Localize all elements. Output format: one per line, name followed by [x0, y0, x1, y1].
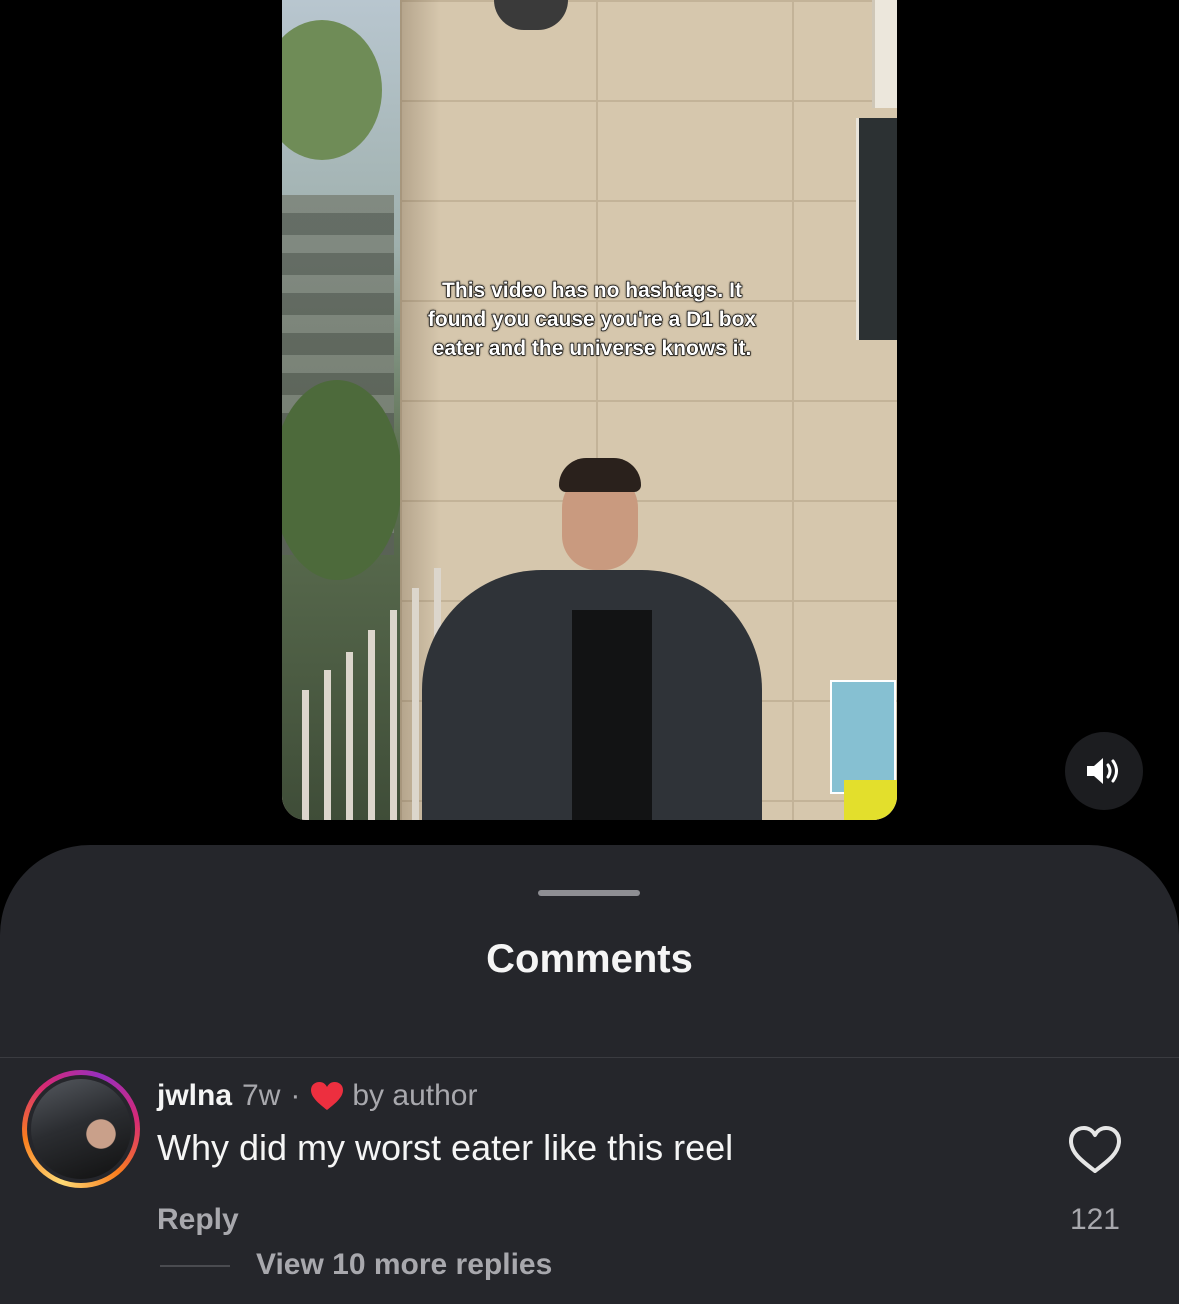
- video-scene-railing: [324, 670, 331, 820]
- reply-button[interactable]: Reply: [157, 1203, 239, 1237]
- comment-meta: jwlna 7w · by author: [157, 1078, 477, 1114]
- sheet-drag-handle[interactable]: [538, 890, 640, 896]
- reel-comments-screen: This video has no hashtags. It found you…: [0, 0, 1179, 1304]
- meta-separator: ·: [290, 1079, 301, 1112]
- video-scene-railing: [368, 630, 375, 820]
- sound-toggle-button[interactable]: [1065, 732, 1143, 810]
- reel-video[interactable]: This video has no hashtags. It found you…: [282, 0, 897, 820]
- liked-by-author-label: by author: [352, 1079, 478, 1112]
- comment-timestamp: 7w: [242, 1079, 281, 1112]
- replies-indent-line: [160, 1265, 230, 1267]
- video-scene-window-frame: [872, 0, 897, 108]
- like-heart-icon[interactable]: [1068, 1125, 1122, 1175]
- like-count: 121: [1069, 1203, 1120, 1236]
- video-scene-railing: [390, 610, 397, 820]
- video-scene-railing: [412, 588, 419, 820]
- video-scene-board: [856, 118, 897, 340]
- comment-text: Why did my worst eater like this reel: [157, 1127, 734, 1168]
- video-person-hair: [559, 458, 641, 492]
- video-caption-overlay: This video has no hashtags. It found you…: [427, 278, 757, 360]
- comments-title: Comments: [486, 937, 693, 981]
- comments-sheet: Comments jwlna 7w · by author Why did my…: [0, 845, 1179, 1304]
- video-scene-toy: [830, 680, 896, 794]
- comment-avatar[interactable]: [22, 1070, 140, 1188]
- comment-username[interactable]: jwlna: [157, 1079, 232, 1113]
- video-person-shirt: [572, 610, 652, 820]
- video-scene-sponge: [844, 780, 897, 820]
- author-liked-heart-icon: [311, 1082, 344, 1110]
- view-more-replies-button[interactable]: View 10 more replies: [256, 1248, 552, 1282]
- video-scene-railing: [302, 690, 309, 820]
- speaker-on-icon: [1087, 758, 1118, 784]
- divider: [0, 1057, 1179, 1058]
- avatar-photo: [31, 1079, 131, 1179]
- video-scene-railing: [346, 652, 353, 820]
